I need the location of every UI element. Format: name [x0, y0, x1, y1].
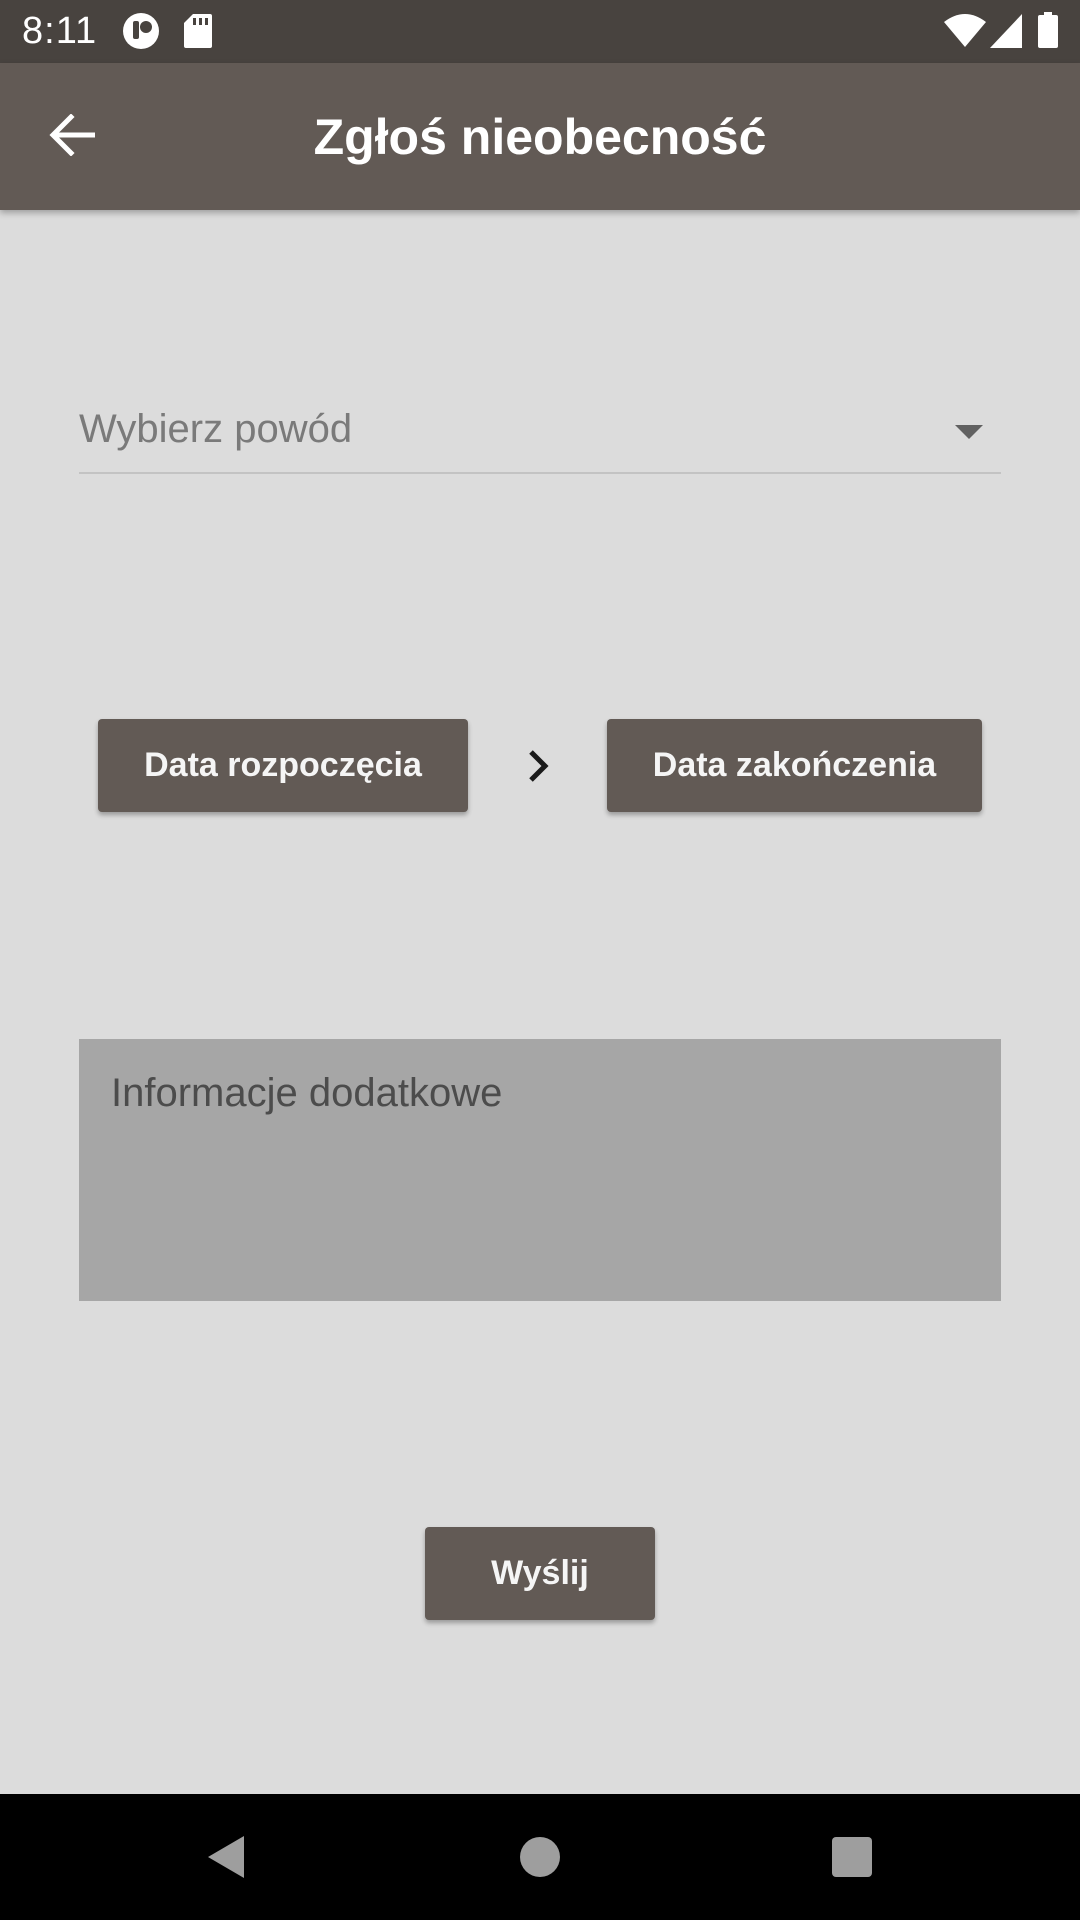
start-date-button[interactable]: Data rozpoczęcia [98, 719, 468, 812]
page-title: Zgłoś nieobecność [313, 109, 767, 165]
sd-card-icon [184, 14, 212, 53]
reason-dropdown[interactable]: Wybierz powód [79, 395, 1001, 474]
additional-info-field[interactable]: Informacje dodatkowe [79, 1039, 1001, 1301]
nav-recents-icon[interactable] [832, 1837, 872, 1877]
wifi-icon [944, 14, 986, 53]
status-time: 8:11 [22, 10, 98, 52]
status-bar: 8:11 [0, 0, 1080, 63]
end-date-button[interactable]: Data zakończenia [607, 719, 982, 812]
notification-app-icon [122, 12, 160, 55]
send-button[interactable]: Wyślij [425, 1527, 655, 1620]
battery-icon [1038, 12, 1058, 53]
system-nav-bar [0, 1794, 1080, 1920]
app-bar: Zgłoś nieobecność [0, 63, 1080, 210]
nav-back-icon[interactable] [206, 1834, 246, 1880]
dropdown-arrow-icon [955, 425, 983, 439]
reason-placeholder: Wybierz powód [79, 407, 353, 451]
additional-info-placeholder: Informacje dodatkowe [111, 1071, 503, 1115]
signal-icon [990, 14, 1022, 53]
chevron-right-icon [524, 748, 554, 784]
nav-home-icon[interactable] [520, 1837, 560, 1877]
